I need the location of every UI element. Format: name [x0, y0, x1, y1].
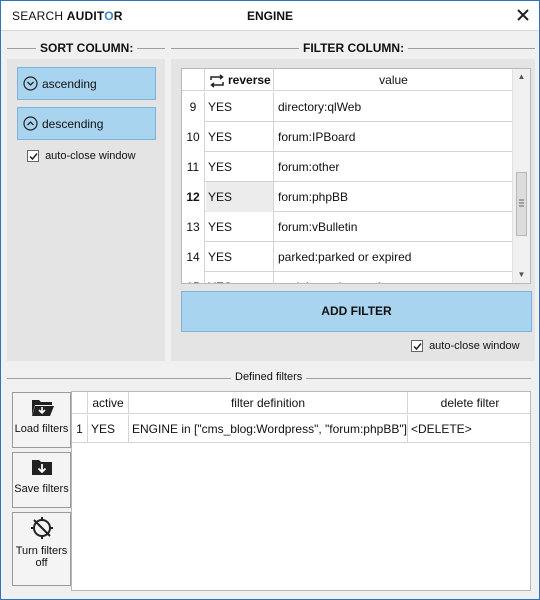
filter-row-reverse[interactable]: YES	[206, 212, 274, 242]
defined-filters-heading: Defined filters	[231, 371, 307, 383]
filter-panel: reverse value 9 YES directory:qlWeb 10 YES fo…	[171, 59, 535, 361]
filter-row-number: 13	[182, 212, 205, 242]
load-filters-label: Load filters	[14, 423, 69, 435]
filter-row-value[interactable]: forum:phpBB	[275, 182, 512, 212]
load-filters-button[interactable]: Load filters	[12, 392, 71, 448]
filter-row[interactable]: 11 YES forum:other	[182, 152, 512, 182]
filter-auto-close-row: auto-close window	[411, 340, 520, 353]
save-filters-button[interactable]: Save filters	[12, 452, 71, 508]
header-corner-defined	[72, 392, 88, 413]
ascending-button[interactable]: ascending	[17, 67, 156, 100]
window-title: ENGINE	[246, 9, 293, 23]
ascending-label: ascending	[42, 76, 97, 91]
descending-label: descending	[42, 116, 104, 131]
filter-row[interactable]: 9 YES directory:qlWeb	[182, 92, 512, 122]
filter-row-number: 14	[182, 242, 205, 272]
add-filter-button[interactable]: ADD FILTER	[181, 291, 532, 332]
sort-panel: ascending descending auto-close window	[7, 59, 165, 361]
header-corner	[182, 69, 205, 91]
defined-row-definition: ENGINE in ["cms_blog:Wordpress", "forum:…	[129, 415, 408, 442]
sort-auto-close-row: auto-close window	[27, 150, 136, 163]
filter-row-value[interactable]: forum:vBulletin	[275, 212, 512, 242]
filter-table-scrollbar[interactable]: ▲ ▼	[512, 69, 530, 283]
active-column-header[interactable]: active	[88, 392, 129, 413]
filter-row-number: 15	[182, 272, 205, 283]
folder-download-icon	[13, 456, 70, 481]
chevron-up-circle-icon	[23, 116, 38, 131]
defined-filters-area: Load filters Save filters Turn filters o…	[7, 387, 531, 593]
filter-row-reverse[interactable]: YES	[206, 182, 274, 212]
sort-auto-close-label: auto-close window	[45, 150, 136, 162]
filter-auto-close-checkbox[interactable]	[411, 340, 423, 353]
scroll-thumb[interactable]	[516, 172, 527, 236]
filter-row[interactable]: 12 YES forum:phpBB	[182, 182, 512, 212]
filter-row-value[interactable]: parked:parked or expired	[275, 242, 512, 272]
filter-row-reverse[interactable]: YES	[206, 152, 274, 182]
filter-row-value[interactable]: forum:other	[275, 152, 512, 182]
filter-auto-close-label: auto-close window	[429, 340, 520, 352]
close-icon[interactable]	[513, 5, 533, 25]
reverse-icon	[208, 73, 226, 88]
filter-row-reverse[interactable]: YES	[206, 272, 274, 283]
search-auditor-window: SEARCH AUDITOR ENGINE SORT COLUMN: ascen…	[0, 0, 540, 600]
defined-filter-row[interactable]: 1 YES ENGINE in ["cms_blog:Wordpress", "…	[72, 415, 530, 443]
defined-table-header: active filter definition delete filter	[72, 392, 530, 414]
filter-row-number: 10	[182, 122, 205, 152]
filter-row-value[interactable]: forum:IPBoard	[275, 122, 512, 152]
defined-row-active[interactable]: YES	[88, 415, 129, 442]
sort-auto-close-checkbox[interactable]	[27, 150, 39, 163]
turn-filters-off-label: Turn filters off	[15, 545, 68, 569]
scroll-up-icon[interactable]: ▲	[513, 69, 530, 85]
filter-row-number: 12	[182, 182, 205, 212]
filter-row[interactable]: 14 YES parked:parked or expired	[182, 242, 512, 272]
filter-row[interactable]: 15YESsocial:popular service	[182, 272, 512, 283]
folder-open-icon	[13, 396, 70, 421]
descending-button[interactable]: descending	[17, 107, 156, 140]
filter-row-value[interactable]: directory:qlWeb	[275, 92, 512, 122]
defined-row-delete[interactable]: <DELETE>	[408, 415, 530, 442]
definition-column-header[interactable]: filter definition	[129, 392, 408, 413]
filter-values-table: reverse value 9 YES directory:qlWeb 10 YES fo…	[181, 68, 531, 284]
title-bar: SEARCH AUDITOR ENGINE	[1, 1, 539, 31]
value-column-header[interactable]: value	[275, 69, 512, 91]
save-filters-label: Save filters	[14, 483, 69, 495]
turn-filters-off-button[interactable]: Turn filters off	[12, 512, 71, 586]
filter-row-number: 9	[182, 92, 205, 122]
scroll-down-icon[interactable]: ▼	[513, 267, 530, 283]
delete-column-header[interactable]: delete filter	[408, 392, 530, 413]
reverse-column-header[interactable]: reverse	[206, 69, 274, 91]
filter-table-header: reverse value	[182, 69, 512, 91]
defined-filters-table: active filter definition delete filter 1…	[71, 391, 531, 591]
filter-row-reverse[interactable]: YES	[206, 122, 274, 152]
filter-row[interactable]: 13 YES forum:vBulletin	[182, 212, 512, 242]
filter-off-icon	[13, 516, 70, 543]
chevron-down-circle-icon	[23, 76, 38, 91]
filter-row-reverse[interactable]: YES	[206, 242, 274, 272]
filter-column-heading: FILTER COLUMN:	[299, 41, 409, 55]
sort-column-heading: SORT COLUMN:	[36, 41, 138, 55]
filter-row-number: 11	[182, 152, 205, 182]
reverse-header-label: reverse	[228, 73, 271, 87]
filter-row[interactable]: 10 YES forum:IPBoard	[182, 122, 512, 152]
defined-row-number: 1	[72, 415, 88, 442]
filter-row-reverse[interactable]: YES	[206, 92, 274, 122]
filter-row-value[interactable]: social:popular service	[275, 272, 512, 283]
